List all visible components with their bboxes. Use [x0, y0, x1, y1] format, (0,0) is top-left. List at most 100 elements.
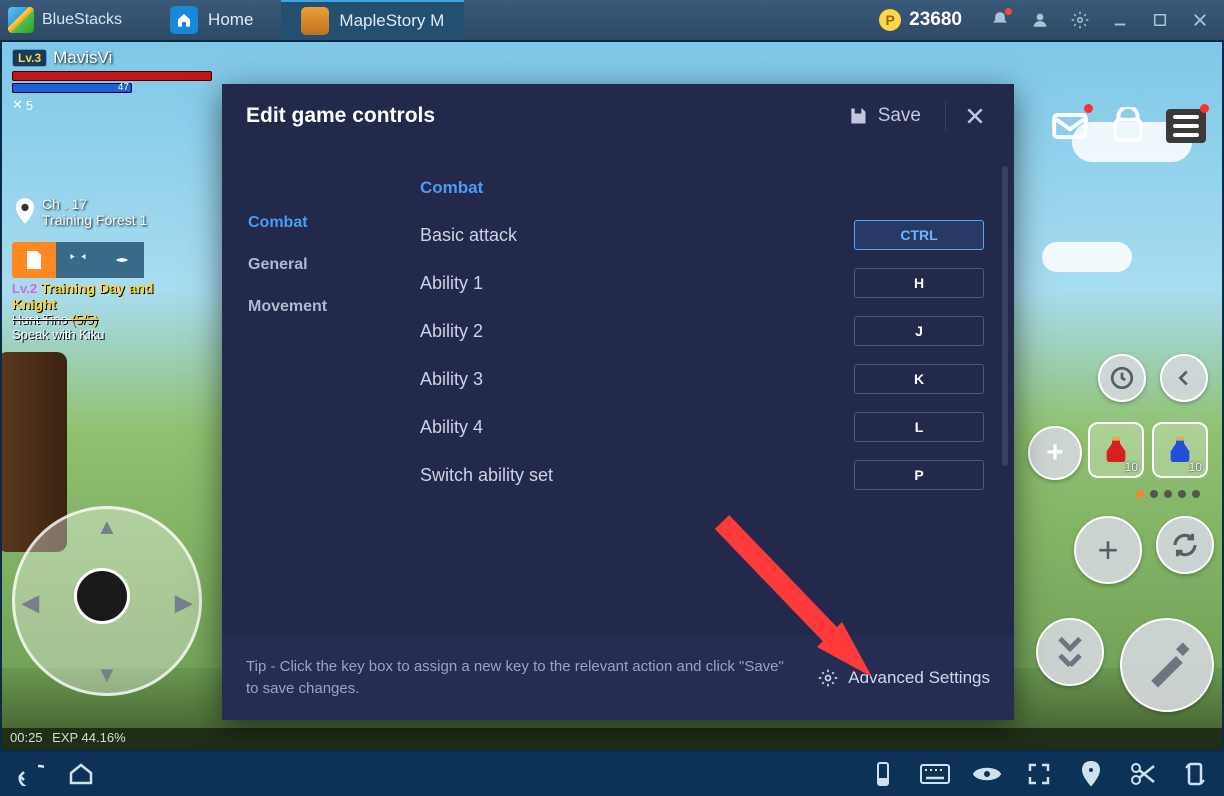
quest-tabs [12, 242, 144, 278]
potion-blue-count: 10 [1189, 460, 1202, 474]
control-row-ability-4: Ability 4 L [412, 412, 984, 442]
bluestacks-logo-icon [8, 7, 34, 33]
mail-icon[interactable] [1048, 106, 1092, 146]
tab-home-label: Home [208, 10, 253, 30]
advanced-settings-button[interactable]: Advanced Settings [818, 668, 990, 688]
keyboard-icon[interactable] [920, 759, 950, 789]
quest-level: Lv.2 [12, 281, 37, 296]
coin-icon: P [879, 9, 901, 31]
save-label: Save [878, 105, 921, 127]
player-hud: Lv.3 MavisVi 47 ✕ 5 [12, 48, 212, 113]
save-button[interactable]: Save [838, 101, 931, 131]
control-label: Switch ability set [412, 465, 854, 486]
eye-icon[interactable] [972, 759, 1002, 789]
mp-bar: 47 [12, 83, 132, 93]
modal-body: Combat General Movement Combat Basic att… [222, 148, 1014, 635]
quest-tab-hands[interactable] [100, 242, 144, 278]
bag-icon[interactable] [1106, 106, 1150, 146]
control-label: Ability 1 [412, 273, 854, 294]
clock-button[interactable] [1098, 354, 1146, 402]
modal-main: Combat Basic attack CTRL Ability 1 H Abi… [402, 148, 1014, 635]
tab-maplestory[interactable]: MapleStory M [281, 0, 464, 40]
dpad[interactable]: ▲ ▼ ◀ ▶ [12, 506, 202, 696]
control-row-ability-2: Ability 2 J [412, 316, 984, 346]
quest-objective-1: Hunt Tino [12, 312, 71, 327]
player-name: MavisVi [53, 48, 112, 68]
minimize-icon[interactable] [1104, 2, 1136, 38]
potion-red-count: 10 [1125, 460, 1138, 474]
key-box[interactable]: J [854, 316, 984, 346]
quest-tab-scroll[interactable] [12, 242, 56, 278]
quest-tab-signs[interactable] [56, 242, 100, 278]
shake-icon[interactable] [868, 759, 898, 789]
rotate-icon[interactable] [1180, 759, 1210, 789]
modal-footer: Tip - Click the key box to assign a new … [222, 635, 1014, 720]
jump-button[interactable] [1036, 618, 1104, 686]
attack-button[interactable] [1120, 618, 1214, 712]
potion-red[interactable]: 10 [1088, 422, 1144, 478]
notifications-icon[interactable] [984, 2, 1016, 38]
coin-amount: 23680 [909, 9, 962, 31]
gear-icon [818, 668, 838, 688]
dpad-stick[interactable] [74, 568, 130, 624]
location-widget[interactable]: Ch . 17 Training Forest 1 [14, 196, 147, 228]
dpad-down-icon: ▼ [96, 662, 118, 688]
key-box[interactable]: L [854, 412, 984, 442]
titlebar: BlueStacks Home MapleStory M P 23680 [0, 0, 1224, 40]
location-icon[interactable] [1076, 759, 1106, 789]
control-label: Basic attack [412, 225, 854, 246]
dpad-up-icon: ▲ [96, 514, 118, 540]
dpad-right-icon: ▶ [175, 590, 192, 616]
potion-blue[interactable]: 10 [1152, 422, 1208, 478]
sidebar-item-combat[interactable]: Combat [222, 202, 402, 244]
bottombar [0, 752, 1224, 796]
modal-title: Edit game controls [246, 104, 838, 128]
close-button[interactable] [960, 101, 990, 131]
tab-maplestory-label: MapleStory M [339, 11, 444, 31]
maximize-icon[interactable] [1144, 2, 1176, 38]
close-icon [965, 106, 985, 126]
advanced-settings-label: Advanced Settings [848, 668, 990, 688]
fullscreen-icon[interactable] [1024, 759, 1054, 789]
brand-label: BlueStacks [42, 11, 122, 29]
add-skill-button[interactable]: + [1074, 516, 1142, 584]
home-icon [170, 6, 198, 34]
maplestory-icon [301, 7, 329, 35]
edit-controls-modal: Edit game controls Save Combat General M… [222, 84, 1014, 720]
key-box[interactable]: CTRL [854, 220, 984, 250]
location-map: Training Forest 1 [42, 212, 147, 228]
android-back-icon[interactable] [14, 759, 44, 789]
account-icon[interactable] [1024, 2, 1056, 38]
sidebar-item-general[interactable]: General [222, 244, 402, 286]
modal-header: Edit game controls Save [222, 84, 1014, 148]
dpad-left-icon: ◀ [22, 590, 39, 616]
pin-icon [14, 198, 36, 226]
close-window-icon[interactable] [1184, 2, 1216, 38]
modal-scrollbar[interactable] [1002, 166, 1008, 466]
android-home-icon[interactable] [66, 759, 96, 789]
top-right-icons [1048, 106, 1208, 146]
settings-icon[interactable] [1064, 2, 1096, 38]
add-slot-button[interactable]: + [1028, 426, 1082, 480]
section-heading: Combat [412, 178, 984, 198]
quest-panel[interactable]: Lv.2 Training Day and Knight Hunt Tino (… [12, 280, 182, 342]
sync-button[interactable] [1156, 516, 1214, 574]
control-label: Ability 2 [412, 321, 854, 342]
potion-slots: 10 10 [1088, 422, 1208, 478]
tab-home[interactable]: Home [150, 0, 273, 40]
control-row-ability-1: Ability 1 H [412, 268, 984, 298]
quest-progress-1: (5/5) [71, 312, 98, 327]
control-row-switch-ability: Switch ability set P [412, 460, 984, 490]
collapse-button[interactable] [1160, 354, 1208, 402]
game-viewport: Lv.3 MavisVi 47 ✕ 5 Ch . 17 Training For… [0, 40, 1224, 752]
menu-icon[interactable] [1164, 106, 1208, 146]
key-box[interactable]: H [854, 268, 984, 298]
quest-objective-2: Speak with Kiku [12, 327, 182, 342]
modal-sidebar: Combat General Movement [222, 148, 402, 635]
scissors-icon[interactable] [1128, 759, 1158, 789]
key-box[interactable]: P [854, 460, 984, 490]
key-box[interactable]: K [854, 364, 984, 394]
control-label: Ability 4 [412, 417, 854, 438]
sidebar-item-movement[interactable]: Movement [222, 286, 402, 328]
location-channel: Ch . 17 [42, 196, 147, 212]
